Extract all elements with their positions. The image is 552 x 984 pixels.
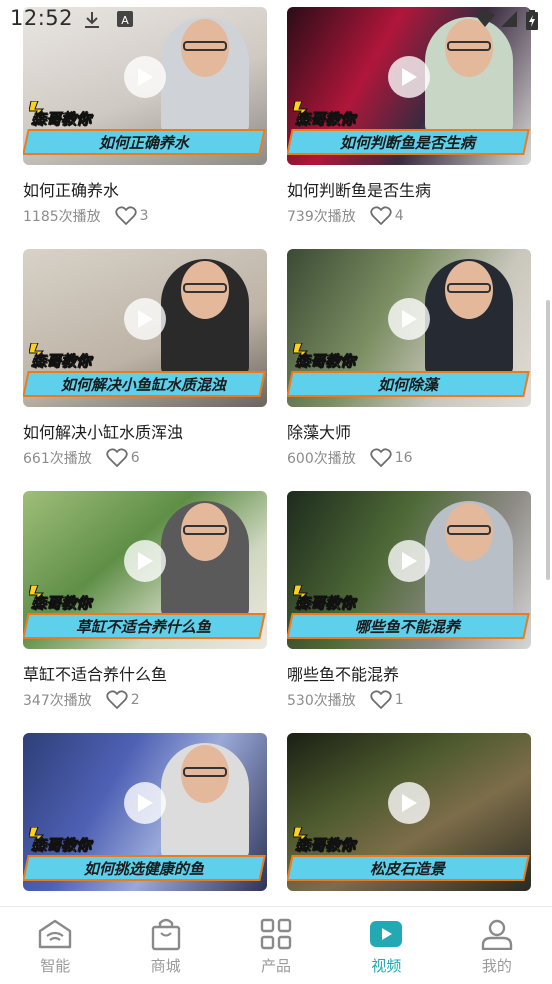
thumbnail-banner: 如何挑选健康的鱼: [23, 855, 266, 881]
video-card[interactable]: 森哥教你 草缸不适合养什么鱼 草缸不适合养什么鱼 347次播放 2: [23, 491, 267, 711]
play-icon[interactable]: [124, 540, 166, 582]
heart-icon[interactable]: [114, 206, 137, 226]
nav-label: 视频: [371, 957, 402, 975]
play-icon[interactable]: [388, 540, 430, 582]
video-card[interactable]: 森哥教你 如何解决小鱼缸水质混浊 如何解决小缸水质浑浊 661次播放 6: [23, 249, 267, 469]
battery-icon: [526, 10, 538, 34]
video-thumbnail[interactable]: 森哥教你 如何解决小鱼缸水质混浊: [23, 249, 267, 407]
thumbnail-banner: 草缸不适合养什么鱼: [23, 613, 266, 639]
play-count: 739次播放: [287, 209, 356, 225]
nav-label: 产品: [261, 957, 292, 975]
thumbnail-tag: 森哥教你: [295, 110, 356, 129]
video-title[interactable]: 如何判断鱼是否生病: [287, 177, 531, 200]
video-card[interactable]: 森哥教你 如何除藻 除藻大师 600次播放 16: [287, 249, 531, 469]
thumbnail-banner-text: 如何正确养水: [98, 133, 189, 152]
play-icon[interactable]: [124, 56, 166, 98]
smart-home-icon: [37, 917, 73, 951]
nav-item-smart[interactable]: 智能: [0, 907, 110, 984]
status-time: 12:52: [10, 6, 74, 30]
wifi-icon: [474, 10, 496, 32]
thumbnail-banner: 松皮石造景: [287, 855, 530, 881]
video-thumbnail[interactable]: 森哥教你 草缸不适合养什么鱼: [23, 491, 267, 649]
thumbnail-tag: 森哥教你: [31, 352, 92, 371]
video-thumbnail[interactable]: 森哥教你 如何除藻: [287, 249, 531, 407]
thumbnail-tag: 森哥教你: [31, 110, 92, 129]
thumbnail-tag: 森哥教你: [295, 594, 356, 613]
thumbnail-banner: 如何正确养水: [23, 129, 266, 155]
thumbnail-banner-text: 如何判断鱼是否生病: [340, 133, 476, 152]
video-play-icon: [369, 917, 403, 951]
heart-icon[interactable]: [106, 690, 128, 710]
thumbnail-banner-text: 如何解决小鱼缸水质混浊: [61, 375, 227, 394]
video-meta: 600次播放 16: [287, 447, 531, 469]
thumbnail-banner: 如何除藻: [287, 371, 530, 397]
nav-item-video[interactable]: 视频: [331, 907, 441, 984]
heart-icon[interactable]: [370, 206, 392, 226]
play-count: 1185次播放: [23, 209, 101, 225]
video-card[interactable]: 森哥教你 如何正确养水 如何正确养水 1185次播放 3: [23, 7, 267, 227]
video-meta: 661次播放 6: [23, 447, 267, 469]
like-count: 2: [130, 692, 140, 708]
status-bar: 12:52 A: [0, 0, 552, 38]
svg-text:A: A: [121, 14, 129, 27]
keyboard-icon: A: [116, 10, 134, 32]
like-count: 16: [394, 450, 413, 466]
thumbnail-banner-text: 松皮石造景: [370, 859, 446, 878]
nav-item-mine[interactable]: 我的: [442, 907, 552, 984]
video-title[interactable]: 除藻大师: [287, 419, 531, 442]
user-icon: [481, 917, 513, 951]
signal-icon: [500, 10, 518, 32]
video-card[interactable]: 森哥教你 哪些鱼不能混养 哪些鱼不能混养 530次播放 1: [287, 491, 531, 711]
video-meta: 530次播放 1: [287, 689, 531, 711]
nav-item-products[interactable]: 产品: [221, 907, 331, 984]
download-icon: [82, 10, 102, 34]
like-count: 1: [394, 692, 404, 708]
grid-icon: [260, 917, 292, 951]
like-count: 6: [130, 450, 140, 466]
thumbnail-banner-text: 如何挑选健康的鱼: [83, 859, 204, 878]
thumbnail-tag: 森哥教你: [31, 594, 92, 613]
video-thumbnail[interactable]: 森哥教你 如何挑选健康的鱼: [23, 733, 267, 891]
play-count: 347次播放: [23, 693, 92, 709]
video-title[interactable]: 如何解决小缸水质浑浊: [23, 419, 267, 442]
heart-icon[interactable]: [106, 448, 128, 468]
video-card[interactable]: 森哥教你 如何判断鱼是否生病 如何判断鱼是否生病 739次播放 4: [287, 7, 531, 227]
bottom-nav: 智能 商城 产品 视频 我的: [0, 906, 552, 984]
scrollbar[interactable]: [546, 300, 550, 580]
nav-label: 我的: [481, 957, 512, 975]
heart-icon[interactable]: [370, 448, 392, 468]
thumbnail-banner: 如何判断鱼是否生病: [287, 129, 530, 155]
nav-item-mall[interactable]: 商城: [110, 907, 220, 984]
thumbnail-tag: 森哥教你: [31, 836, 92, 855]
nav-label: 商城: [150, 957, 181, 975]
video-meta: 347次播放 2: [23, 689, 267, 711]
play-count: 600次播放: [287, 451, 356, 467]
play-count: 530次播放: [287, 693, 356, 709]
play-count: 661次播放: [23, 451, 92, 467]
like-count: 4: [394, 208, 404, 224]
play-icon[interactable]: [388, 298, 430, 340]
video-title[interactable]: 草缸不适合养什么鱼: [23, 661, 267, 684]
thumbnail-tag: 森哥教你: [295, 836, 356, 855]
thumbnail-banner: 哪些鱼不能混养: [287, 613, 530, 639]
heart-icon[interactable]: [370, 690, 392, 710]
like-count: 3: [139, 208, 149, 224]
thumbnail-banner-text: 草缸不适合养什么鱼: [76, 617, 212, 636]
video-meta: 1185次播放 3: [23, 205, 267, 227]
nav-label: 智能: [40, 957, 71, 975]
video-thumbnail[interactable]: 森哥教你 松皮石造景: [287, 733, 531, 891]
thumbnail-banner-text: 哪些鱼不能混养: [355, 617, 461, 636]
play-icon[interactable]: [388, 56, 430, 98]
play-icon[interactable]: [124, 782, 166, 824]
play-icon[interactable]: [388, 782, 430, 824]
video-title[interactable]: 哪些鱼不能混养: [287, 661, 531, 684]
video-title[interactable]: 如何正确养水: [23, 177, 267, 200]
video-thumbnail[interactable]: 森哥教你 哪些鱼不能混养: [287, 491, 531, 649]
video-meta: 739次播放 4: [287, 205, 531, 227]
play-icon[interactable]: [124, 298, 166, 340]
thumbnail-banner-text: 如何除藻: [377, 375, 438, 394]
thumbnail-tag: 森哥教你: [295, 352, 356, 371]
shopping-bag-icon: [151, 917, 181, 951]
thumbnail-banner: 如何解决小鱼缸水质混浊: [23, 371, 266, 397]
